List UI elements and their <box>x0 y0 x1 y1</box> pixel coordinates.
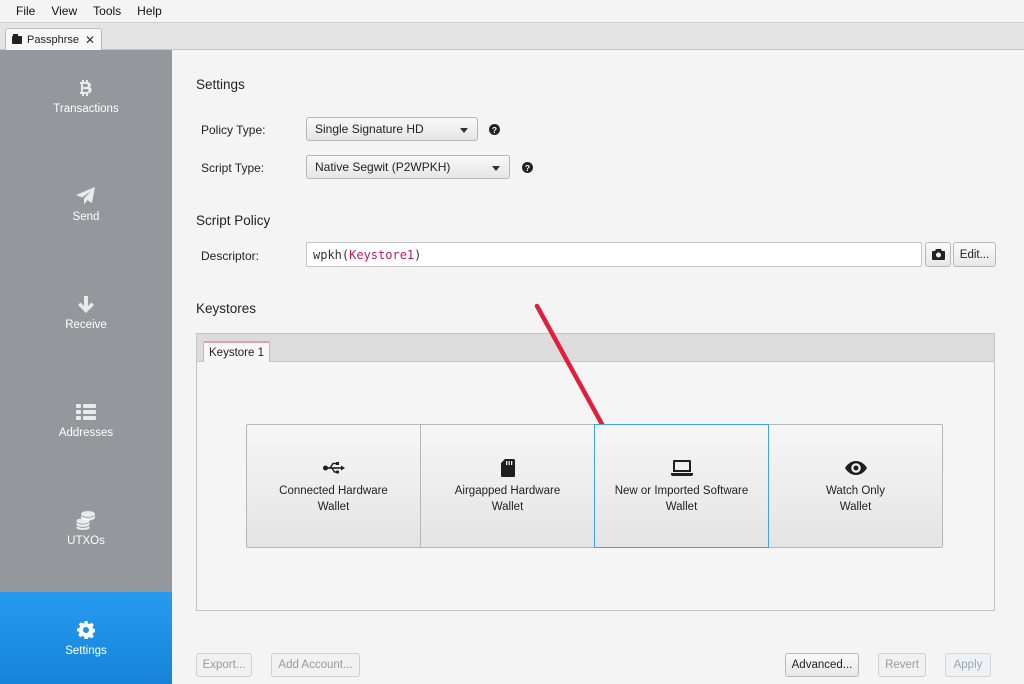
policy-type-select[interactable]: Single Signature HD <box>306 117 478 141</box>
policy-type-value: Single Signature HD <box>315 122 424 136</box>
settings-panel: Settings Policy Type: Single Signature H… <box>172 50 1024 684</box>
sidebar-item-label: Receive <box>65 319 107 331</box>
settings-title: Settings <box>196 77 245 92</box>
scan-qr-button[interactable] <box>925 242 951 267</box>
menu-help[interactable]: Help <box>129 4 170 18</box>
chevron-down-icon <box>492 166 500 171</box>
option-label-line1: Watch Only <box>825 485 885 497</box>
sidebar-item-addresses[interactable]: Addresses <box>0 374 172 466</box>
coins-icon <box>76 509 96 531</box>
descriptor-function-open: wpkh( <box>313 247 350 262</box>
menu-file[interactable]: File <box>8 4 43 18</box>
gear-icon <box>77 619 95 641</box>
sidebar-item-settings[interactable]: Settings <box>0 592 172 684</box>
new-or-imported-software-wallet-button[interactable]: New or Imported Software Wallet <box>594 424 769 548</box>
watch-only-wallet-button[interactable]: Watch Only Wallet <box>768 424 943 548</box>
edit-descriptor-button[interactable]: Edit... <box>953 242 996 267</box>
connected-hardware-wallet-button[interactable]: Connected Hardware Wallet <box>246 424 421 548</box>
keystores-pane: Keystore 1 Connected Hardware Wallet Air… <box>196 333 995 611</box>
option-label-line2: Wallet <box>491 501 524 513</box>
sidebar-item-utxos[interactable]: UTXOs <box>0 482 172 574</box>
wallet-icon <box>12 33 22 44</box>
option-label-line2: Wallet <box>665 501 698 513</box>
bitcoin-icon <box>79 77 93 99</box>
option-label-line2: Wallet <box>839 501 872 513</box>
help-icon[interactable]: ? <box>489 124 500 135</box>
sidebar-item-label: Addresses <box>58 427 114 439</box>
sidebar: Transactions Send Receive Addresses UTXO… <box>0 50 172 684</box>
menu-view[interactable]: View <box>43 4 85 18</box>
help-icon[interactable]: ? <box>522 162 533 173</box>
apply-button[interactable]: Apply <box>945 653 991 677</box>
sidebar-item-transactions[interactable]: Transactions <box>0 50 172 142</box>
option-label-line1: Connected Hardware <box>279 485 388 497</box>
arrow-down-icon <box>78 293 94 315</box>
option-label-line1: New or Imported Software <box>614 485 749 497</box>
airgapped-hardware-wallet-button[interactable]: Airgapped Hardware Wallet <box>420 424 595 548</box>
sidebar-item-label: Send <box>72 211 100 223</box>
close-icon[interactable]: ✕ <box>85 33 95 47</box>
list-icon <box>76 401 96 423</box>
script-type-select[interactable]: Native Segwit (P2WPKH) <box>306 155 510 179</box>
chevron-down-icon <box>460 128 468 133</box>
export-button[interactable]: Export... <box>196 653 252 677</box>
keystores-title: Keystores <box>196 301 257 316</box>
script-type-label: Script Type: <box>201 161 265 175</box>
sd-card-icon <box>500 457 515 479</box>
sidebar-item-label: Transactions <box>53 103 119 115</box>
script-policy-title: Script Policy <box>196 213 271 228</box>
sidebar-item-label: UTXOs <box>67 535 105 547</box>
advanced-button[interactable]: Advanced... <box>785 653 859 677</box>
paper-plane-icon <box>76 185 96 207</box>
sidebar-item-receive[interactable]: Receive <box>0 266 172 358</box>
sidebar-item-send[interactable]: Send <box>0 158 172 250</box>
revert-button[interactable]: Revert <box>878 653 926 677</box>
wallet-tab-passphrse[interactable]: Passphrse ✕ <box>5 28 103 50</box>
sidebar-item-label: Settings <box>65 645 107 657</box>
usb-icon <box>322 457 345 479</box>
option-label-line1: Airgapped Hardware <box>454 485 561 497</box>
add-account-button[interactable]: Add Account... <box>271 653 360 677</box>
laptop-icon <box>670 457 693 479</box>
option-label-line2: Wallet <box>317 501 350 513</box>
wallet-tab-label: Passphrse <box>27 33 79 46</box>
descriptor-keystore: Keystore1 <box>349 247 415 262</box>
keystore-tab-header: Keystore 1 <box>197 334 994 362</box>
tab-keystore-1[interactable]: Keystore 1 <box>203 341 270 362</box>
policy-type-label: Policy Type: <box>201 123 266 137</box>
keystore-source-options: Connected Hardware Wallet Airgapped Hard… <box>246 424 946 548</box>
descriptor-input[interactable]: wpkh(Keystore1) <box>306 242 922 267</box>
descriptor-label: Descriptor: <box>201 249 260 263</box>
descriptor-function-close: ) <box>414 247 422 262</box>
menu-bar: File View Tools Help <box>0 0 1024 22</box>
wallet-tab-strip: Passphrse ✕ <box>0 22 1024 50</box>
eye-icon <box>844 457 867 479</box>
menu-tools[interactable]: Tools <box>85 4 129 18</box>
script-type-value: Native Segwit (P2WPKH) <box>315 160 451 174</box>
camera-icon <box>931 249 945 260</box>
